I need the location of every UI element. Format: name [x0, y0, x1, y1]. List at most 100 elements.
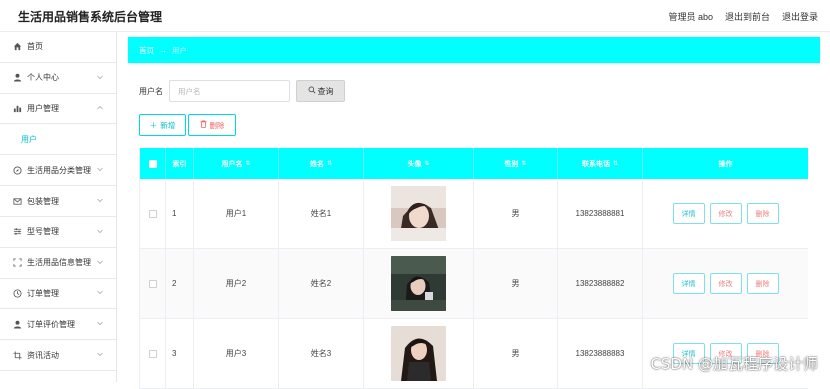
home-icon [12, 42, 22, 52]
column-header[interactable]: 性别⇅ [474, 148, 558, 179]
sidebar-item-label: 首页 [27, 41, 43, 52]
delete-button[interactable]: 删除 [747, 203, 779, 224]
phone-cell: 13823888882 [558, 249, 643, 318]
sidebar-item-label: 生活用品分类管理 [27, 165, 91, 176]
sidebar-item-order-management[interactable]: 订单管理 [0, 279, 116, 310]
search-button-label: 查询 [318, 86, 334, 97]
gender-cell: 男 [474, 179, 558, 248]
plus-icon: ＋ [150, 120, 158, 131]
sidebar-item-packaging-management[interactable]: 包装管理 [0, 186, 116, 217]
chevron-down-icon [97, 229, 102, 234]
delete-button-label: 删除 [210, 120, 225, 131]
table-row: 1 用户1 姓名1 男 13823888881 [139, 179, 808, 249]
sort-icon[interactable]: ⇅ [327, 160, 332, 167]
column-header-label: 姓名 [310, 159, 324, 169]
sort-icon[interactable]: ⇅ [245, 160, 250, 167]
search-input[interactable] [169, 80, 290, 102]
chevron-down-icon [97, 322, 102, 327]
sidebar-subitem-users[interactable]: 用户 [0, 124, 116, 155]
breadcrumb-current: 用户 [172, 45, 187, 56]
username-cell: 用户1 [194, 179, 279, 248]
avatar-cell [364, 249, 474, 318]
edit-button[interactable]: 修改 [710, 273, 742, 294]
batch-delete-button[interactable]: 删除 [188, 114, 236, 136]
table-header: 索引 用户名⇅ 姓名⇅ 头像⇅ 性别⇅ 联系电话⇅ 操作 [139, 148, 808, 179]
sidebar-item-news-activities[interactable]: 资讯活动 [0, 340, 116, 371]
sidebar-item-label: 订单管理 [27, 288, 59, 299]
chevron-up-icon [97, 106, 102, 111]
row-checkbox[interactable] [149, 350, 157, 358]
column-header: 操作 [643, 148, 808, 179]
edit-button[interactable]: 修改 [710, 203, 742, 224]
bar-chart-icon [12, 103, 22, 113]
delete-button[interactable]: 删除 [747, 273, 779, 294]
row-checkbox[interactable] [149, 210, 157, 218]
sidebar-item-product-info-management[interactable]: 生活用品信息管理 [0, 248, 116, 279]
sidebar-item-category-management[interactable]: 生活用品分类管理 [0, 155, 116, 186]
trash-icon [200, 120, 207, 130]
detail-button[interactable]: 详情 [673, 203, 705, 224]
sidebar-item-label: 订单评价管理 [27, 319, 75, 330]
crop-icon [12, 350, 22, 360]
sliders-icon [12, 227, 22, 237]
sidebar-item-home[interactable]: 首页 [0, 32, 116, 63]
breadcrumb: 首页 → 用户 [128, 37, 820, 63]
sort-icon[interactable]: ⇅ [613, 160, 618, 167]
actions-cell: 详情 修改 删除 [643, 249, 808, 318]
sidebar-item-label: 个人中心 [27, 72, 59, 83]
add-button[interactable]: ＋ 新增 [139, 114, 186, 136]
sidebar-item-order-review-management[interactable]: 订单评价管理 [0, 309, 116, 340]
column-header[interactable]: 联系电话⇅ [558, 148, 643, 179]
chevron-down-icon [97, 168, 102, 173]
exit-front-link[interactable]: 退出到前台 [725, 10, 770, 23]
column-header-label: 联系电话 [582, 159, 610, 169]
user-icon [12, 319, 22, 329]
sidebar-item-label: 用户管理 [27, 103, 59, 114]
breadcrumb-home[interactable]: 首页 [139, 45, 154, 56]
search-icon [308, 86, 316, 96]
avatar[interactable] [391, 256, 446, 311]
action-buttons: ＋ 新增 删除 [139, 114, 236, 136]
sort-icon[interactable]: ⇅ [424, 160, 429, 167]
row-select-cell [139, 179, 166, 248]
sidebar-item-profile[interactable]: 个人中心 [0, 63, 116, 94]
chevron-down-icon [97, 199, 102, 204]
search-label: 用户名 [139, 86, 163, 97]
row-checkbox[interactable] [149, 280, 157, 288]
top-bar: 生活用品销售系统后台管理 管理员 abo 退出到前台 退出登录 [0, 0, 830, 32]
user-icon [12, 73, 22, 83]
avatar-cell [364, 179, 474, 248]
name-cell: 姓名3 [279, 319, 364, 388]
top-right-links: 管理员 abo 退出到前台 退出登录 [668, 10, 818, 23]
column-header-label: 性别 [504, 159, 518, 169]
sidebar-item-label: 生活用品信息管理 [27, 257, 91, 268]
sidebar-item-label: 包装管理 [27, 196, 59, 207]
actions-cell: 详情 修改 删除 [643, 179, 808, 248]
admin-label: 管理员 abo [668, 10, 713, 23]
column-header[interactable]: 姓名⇅ [279, 148, 364, 179]
logout-link[interactable]: 退出登录 [782, 10, 818, 23]
avatar[interactable] [391, 186, 446, 241]
app-title: 生活用品销售系统后台管理 [18, 8, 162, 25]
select-all-checkbox[interactable] [149, 160, 157, 168]
name-cell: 姓名2 [279, 249, 364, 318]
compass-icon [12, 165, 22, 175]
search-button[interactable]: 查询 [296, 80, 345, 102]
phone-cell: 13823888883 [558, 319, 643, 388]
avatar[interactable] [391, 326, 446, 381]
detail-button[interactable]: 详情 [673, 273, 705, 294]
breadcrumb-separator: → [159, 46, 167, 55]
avatar-cell [364, 319, 474, 388]
gender-cell: 男 [474, 249, 558, 318]
sidebar-item-user-management[interactable]: 用户管理 [0, 94, 116, 125]
watermark: CSDN @加瓦程序设计师 [650, 353, 818, 374]
phone-cell: 13823888881 [558, 179, 643, 248]
index-cell: 3 [166, 319, 194, 388]
sort-icon[interactable]: ⇅ [521, 160, 526, 167]
chevron-down-icon [97, 75, 102, 80]
chevron-down-icon [97, 291, 102, 296]
column-header[interactable]: 用户名⇅ [194, 148, 279, 179]
sidebar-item-model-management[interactable]: 型号管理 [0, 217, 116, 248]
column-header: 索引 [166, 148, 194, 179]
column-header[interactable]: 头像⇅ [364, 148, 474, 179]
